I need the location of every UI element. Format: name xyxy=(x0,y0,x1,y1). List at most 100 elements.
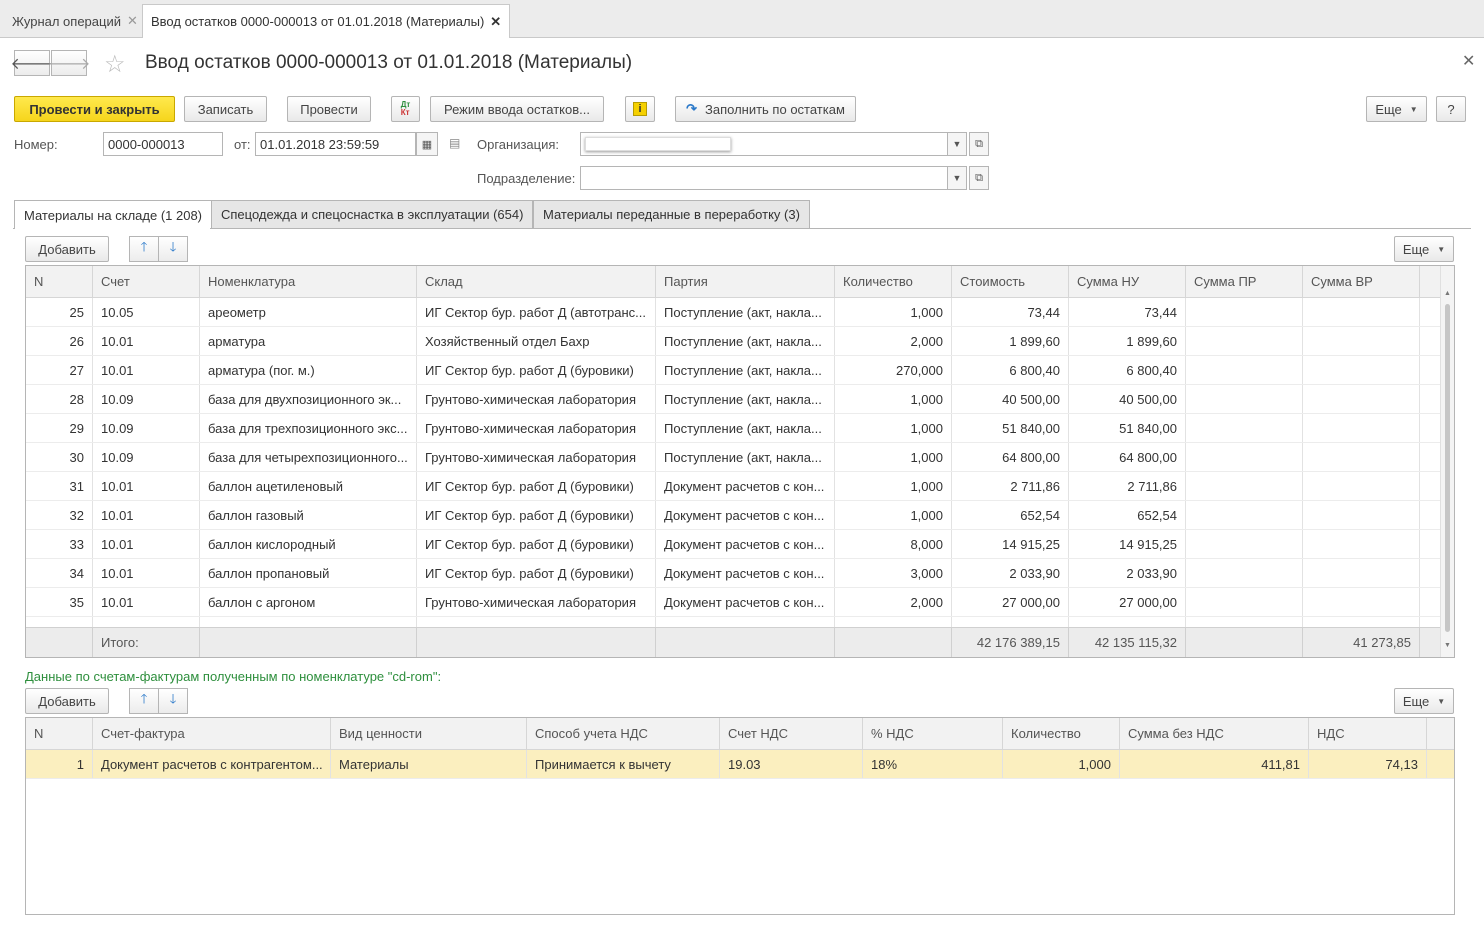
invoice-more-button[interactable]: Еще ▼ xyxy=(1394,688,1454,714)
scroll-thumb[interactable] xyxy=(1445,304,1450,632)
column-header[interactable]: Сумма без НДС xyxy=(1120,718,1309,749)
table-cell: 40 500,00 xyxy=(952,385,1069,413)
back-button[interactable]: 🡐 xyxy=(11,50,53,76)
number-field[interactable]: 0000-000013 xyxy=(103,132,223,156)
table-cell: Поступление (акт, накла... xyxy=(656,385,835,413)
move-down-button[interactable]: 🡓 xyxy=(158,236,188,262)
materials-table[interactable]: N Счет Номенклатура Склад Партия Количество Ст… xyxy=(25,265,1455,658)
help-button[interactable]: ? xyxy=(1436,96,1466,122)
vertical-scrollbar[interactable]: ▲ ▼ xyxy=(1440,266,1454,657)
arrow-up-icon: 🡑 xyxy=(140,239,148,254)
department-open-button[interactable]: ⧉ xyxy=(969,166,989,190)
organization-field[interactable] xyxy=(580,132,948,156)
calendar-button[interactable]: ▦ xyxy=(416,132,438,156)
move-down-button[interactable]: 🡓 xyxy=(158,688,188,714)
column-header[interactable]: Счет xyxy=(93,266,200,297)
add-invoice-button[interactable]: Добавить xyxy=(25,688,109,714)
tab-materials-warehouse[interactable]: Материалы на складе (1 208) xyxy=(14,200,213,229)
table-cell: 35 xyxy=(26,588,93,616)
table-cell: 19.03 xyxy=(720,750,863,778)
move-up-button[interactable]: 🡑 xyxy=(129,688,159,714)
fill-by-balances-button[interactable]: ↷ Заполнить по остаткам xyxy=(675,96,856,122)
scroll-down-icon[interactable]: ▼ xyxy=(1444,642,1451,649)
column-header[interactable]: Вид ценности xyxy=(331,718,527,749)
close-icon[interactable]: ✕ xyxy=(127,13,138,29)
table-cell: 64 800,00 xyxy=(952,443,1069,471)
scroll-up-icon[interactable]: ▲ xyxy=(1444,290,1451,297)
table-row[interactable]: 28 10.09 база для двухпозиционного эк... Гр… xyxy=(26,385,1454,414)
tab-document[interactable]: Ввод остатков 0000-000013 от 01.01.2018 … xyxy=(142,4,511,38)
column-header[interactable]: Стоимость xyxy=(952,266,1069,297)
add-button[interactable]: Добавить xyxy=(25,236,109,262)
column-header[interactable]: Склад xyxy=(417,266,656,297)
table-cell: 1,000 xyxy=(835,443,952,471)
column-header[interactable]: Способ учета НДС xyxy=(527,718,720,749)
organization-dropdown-button[interactable]: ▼ xyxy=(947,132,967,156)
table-more-button[interactable]: Еще ▼ xyxy=(1394,236,1454,262)
post-button[interactable]: Провести xyxy=(287,96,371,122)
table-row[interactable]: 35 10.01 баллон с аргоном Грунтово-химическ… xyxy=(26,588,1454,617)
table-cell: 10.01 xyxy=(93,356,200,384)
more-button[interactable]: Еще ▼ xyxy=(1366,96,1427,122)
date-field[interactable]: 01.01.2018 23:59:59 xyxy=(255,132,416,156)
table-row[interactable]: 34 10.01 баллон пропановый ИГ Сектор бур. р… xyxy=(26,559,1454,588)
table-cell: 10.01 xyxy=(93,472,200,500)
table-cell: 1,000 xyxy=(835,414,952,442)
tab-workwear[interactable]: Спецодежда и спецоснастка в эксплуатации… xyxy=(211,200,534,228)
move-up-button[interactable]: 🡑 xyxy=(129,236,159,262)
dtkt-icon: Дт Кт xyxy=(400,100,411,117)
table-cell: 3,000 xyxy=(835,559,952,587)
organization-open-button[interactable]: ⧉ xyxy=(969,132,989,156)
column-header[interactable]: Количество xyxy=(1003,718,1120,749)
invoice-table[interactable]: N Счет-фактура Вид ценности Способ учета НД… xyxy=(25,717,1455,915)
close-icon[interactable]: ✕ xyxy=(490,14,501,30)
table-row[interactable]: 29 10.09 база для трехпозиционного экс... Г… xyxy=(26,414,1454,443)
tab-processing[interactable]: Материалы переданные в переработку (3) xyxy=(533,200,810,228)
column-header[interactable]: Сумма НУ xyxy=(1069,266,1186,297)
post-and-close-button[interactable]: Провести и закрыть xyxy=(14,96,175,122)
column-header[interactable]: N xyxy=(26,718,93,749)
table-cell: 10.01 xyxy=(93,588,200,616)
column-header[interactable]: Сумма ПР xyxy=(1186,266,1303,297)
window-tabs-bar: Журнал операций ✕ Ввод остатков 0000-000… xyxy=(0,0,1484,38)
column-header[interactable]: Номенклатура xyxy=(200,266,417,297)
star-icon[interactable]: ☆ xyxy=(104,50,126,79)
arrow-down-icon: 🡓 xyxy=(169,239,177,254)
table-cell: 2 033,90 xyxy=(1069,559,1186,587)
table-cell xyxy=(1186,327,1303,355)
table-row[interactable]: 1 Документ расчетов с контрагентом... Мате… xyxy=(26,750,1454,779)
balance-mode-button[interactable]: Режим ввода остатков... xyxy=(430,96,604,122)
column-header[interactable]: N xyxy=(26,266,93,297)
organization-label: Организация: xyxy=(477,137,560,152)
tab-operations-journal[interactable]: Журнал операций ✕ xyxy=(4,4,146,38)
table-row[interactable]: 27 10.01 арматура (пог. м.) ИГ Сектор бур. … xyxy=(26,356,1454,385)
info-button[interactable]: i xyxy=(625,96,655,122)
table-cell: 31 xyxy=(26,472,93,500)
table-row[interactable]: 31 10.01 баллон ацетиленовый ИГ Сектор бур.… xyxy=(26,472,1454,501)
table-row[interactable]: 25 10.05 ареометр ИГ Сектор бур. работ Д (а… xyxy=(26,298,1454,327)
arrow-right-icon: 🡒 xyxy=(47,55,91,73)
column-header[interactable]: Количество xyxy=(835,266,952,297)
close-icon[interactable]: ✕ xyxy=(1462,51,1475,71)
table-row[interactable]: 30 10.09 база для четырехпозиционного... Гр… xyxy=(26,443,1454,472)
column-header[interactable]: НДС xyxy=(1309,718,1427,749)
table-row[interactable]: 32 10.01 баллон газовый ИГ Сектор бур. рабо… xyxy=(26,501,1454,530)
table-cell: баллон с аргоном xyxy=(200,588,417,616)
department-field[interactable] xyxy=(580,166,948,190)
table-cell xyxy=(1186,356,1303,384)
table-row[interactable]: 33 10.01 баллон кислородный ИГ Сектор бур. … xyxy=(26,530,1454,559)
fill-arrow-icon: ↷ xyxy=(686,101,697,116)
invoice-section-label: Данные по счетам-фактурам полученным по … xyxy=(25,669,442,684)
dtkt-button[interactable]: Дт Кт xyxy=(391,96,420,122)
table-cell xyxy=(1303,588,1420,616)
forward-button[interactable]: 🡒 xyxy=(48,50,90,76)
column-header[interactable]: % НДС xyxy=(863,718,1003,749)
department-dropdown-button[interactable]: ▼ xyxy=(947,166,967,190)
column-header[interactable]: Счет НДС xyxy=(720,718,863,749)
table-row[interactable]: 26 10.01 арматура Хозяйственный отдел Бахр П… xyxy=(26,327,1454,356)
save-button[interactable]: Записать xyxy=(184,96,267,122)
table-cell: арматура (пог. м.) xyxy=(200,356,417,384)
column-header[interactable]: Сумма ВР xyxy=(1303,266,1420,297)
column-header[interactable]: Партия xyxy=(656,266,835,297)
column-header[interactable]: Счет-фактура xyxy=(93,718,331,749)
